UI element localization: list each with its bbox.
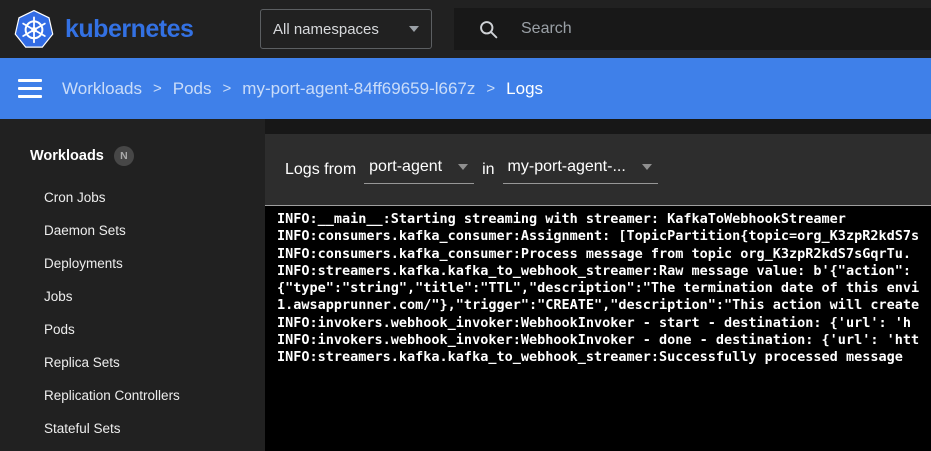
log-line: INFO:consumers.kafka_consumer:Process me… (277, 246, 931, 263)
breadcrumb-current-logs: Logs (506, 79, 543, 99)
brand[interactable]: kubernetes (0, 9, 260, 49)
log-console[interactable]: INFO:__main__:Starting streaming with st… (265, 205, 931, 451)
main-area: Logs from port-agent in my-port-agent-..… (265, 119, 931, 451)
top-bar: kubernetes All namespaces (0, 0, 931, 58)
sidebar-item-replica-sets[interactable]: Replica Sets (0, 346, 265, 379)
breadcrumb-separator: > (153, 80, 162, 97)
sidebar-item-deployments[interactable]: Deployments (0, 247, 265, 280)
chevron-down-icon (409, 26, 419, 32)
sidebar-section-workloads[interactable]: Workloads N (0, 145, 265, 167)
search-box[interactable] (454, 8, 931, 50)
logs-title-infix: in (482, 161, 494, 179)
logs-toolbar: Logs from port-agent in my-port-agent-..… (265, 134, 931, 205)
log-line: {"type":"string","title":"TTL","descript… (277, 280, 931, 297)
log-line: INFO:invokers.webhook_invoker:WebhookInv… (277, 315, 931, 332)
breadcrumb-pod-name[interactable]: my-port-agent-84ff69659-l667z (242, 79, 475, 99)
sidebar-item-stateful-sets[interactable]: Stateful Sets (0, 412, 265, 445)
menu-icon[interactable] (18, 79, 42, 98)
breadcrumb-separator: > (486, 80, 495, 97)
search-input[interactable] (521, 20, 931, 38)
log-line: INFO:streamers.kafka.kafka_to_webhook_st… (277, 349, 931, 366)
container-selector-value: port-agent (369, 158, 442, 176)
logs-card: Logs from port-agent in my-port-agent-..… (265, 134, 931, 451)
breadcrumb-separator: > (223, 80, 232, 97)
sidebar: Workloads N Cron Jobs Daemon Sets Deploy… (0, 119, 265, 451)
breadcrumb: Workloads > Pods > my-port-agent-84ff696… (62, 79, 543, 99)
logs-title-prefix: Logs from (285, 161, 356, 179)
sidebar-item-pods[interactable]: Pods (0, 313, 265, 346)
namespace-selector-value: All namespaces (273, 21, 409, 38)
sidebar-item-cron-jobs[interactable]: Cron Jobs (0, 181, 265, 214)
log-line: INFO:streamers.kafka.kafka_to_webhook_st… (277, 263, 931, 280)
log-line: 1.awsapprunner.com/"},"trigger":"CREATE"… (277, 297, 931, 314)
sidebar-item-daemon-sets[interactable]: Daemon Sets (0, 214, 265, 247)
sidebar-item-replication-controllers[interactable]: Replication Controllers (0, 379, 265, 412)
chevron-down-icon (458, 164, 468, 170)
log-line: INFO:invokers.webhook_invoker:WebhookInv… (277, 332, 931, 349)
search-icon (478, 19, 499, 40)
app-bar: Workloads > Pods > my-port-agent-84ff696… (0, 58, 931, 119)
pod-selector[interactable]: my-port-agent-... (503, 155, 658, 184)
container-selector[interactable]: port-agent (364, 155, 474, 184)
brand-name: kubernetes (65, 15, 193, 44)
sidebar-section-label: Workloads (30, 148, 104, 164)
sidebar-list: Cron Jobs Daemon Sets Deployments Jobs P… (0, 181, 265, 445)
breadcrumb-workloads[interactable]: Workloads (62, 79, 142, 99)
sidebar-item-jobs[interactable]: Jobs (0, 280, 265, 313)
new-badge: N (114, 146, 134, 166)
log-line: INFO:__main__:Starting streaming with st… (277, 211, 931, 228)
chevron-down-icon (642, 164, 652, 170)
kubernetes-logo-icon (14, 9, 54, 49)
log-line: INFO:consumers.kafka_consumer:Assignment… (277, 228, 931, 245)
pod-selector-value: my-port-agent-... (508, 158, 626, 176)
content: Workloads N Cron Jobs Daemon Sets Deploy… (0, 119, 931, 451)
kubernetes-dashboard: kubernetes All namespaces Workloads > Po… (0, 0, 931, 451)
namespace-selector[interactable]: All namespaces (260, 9, 432, 49)
breadcrumb-pods[interactable]: Pods (173, 79, 212, 99)
